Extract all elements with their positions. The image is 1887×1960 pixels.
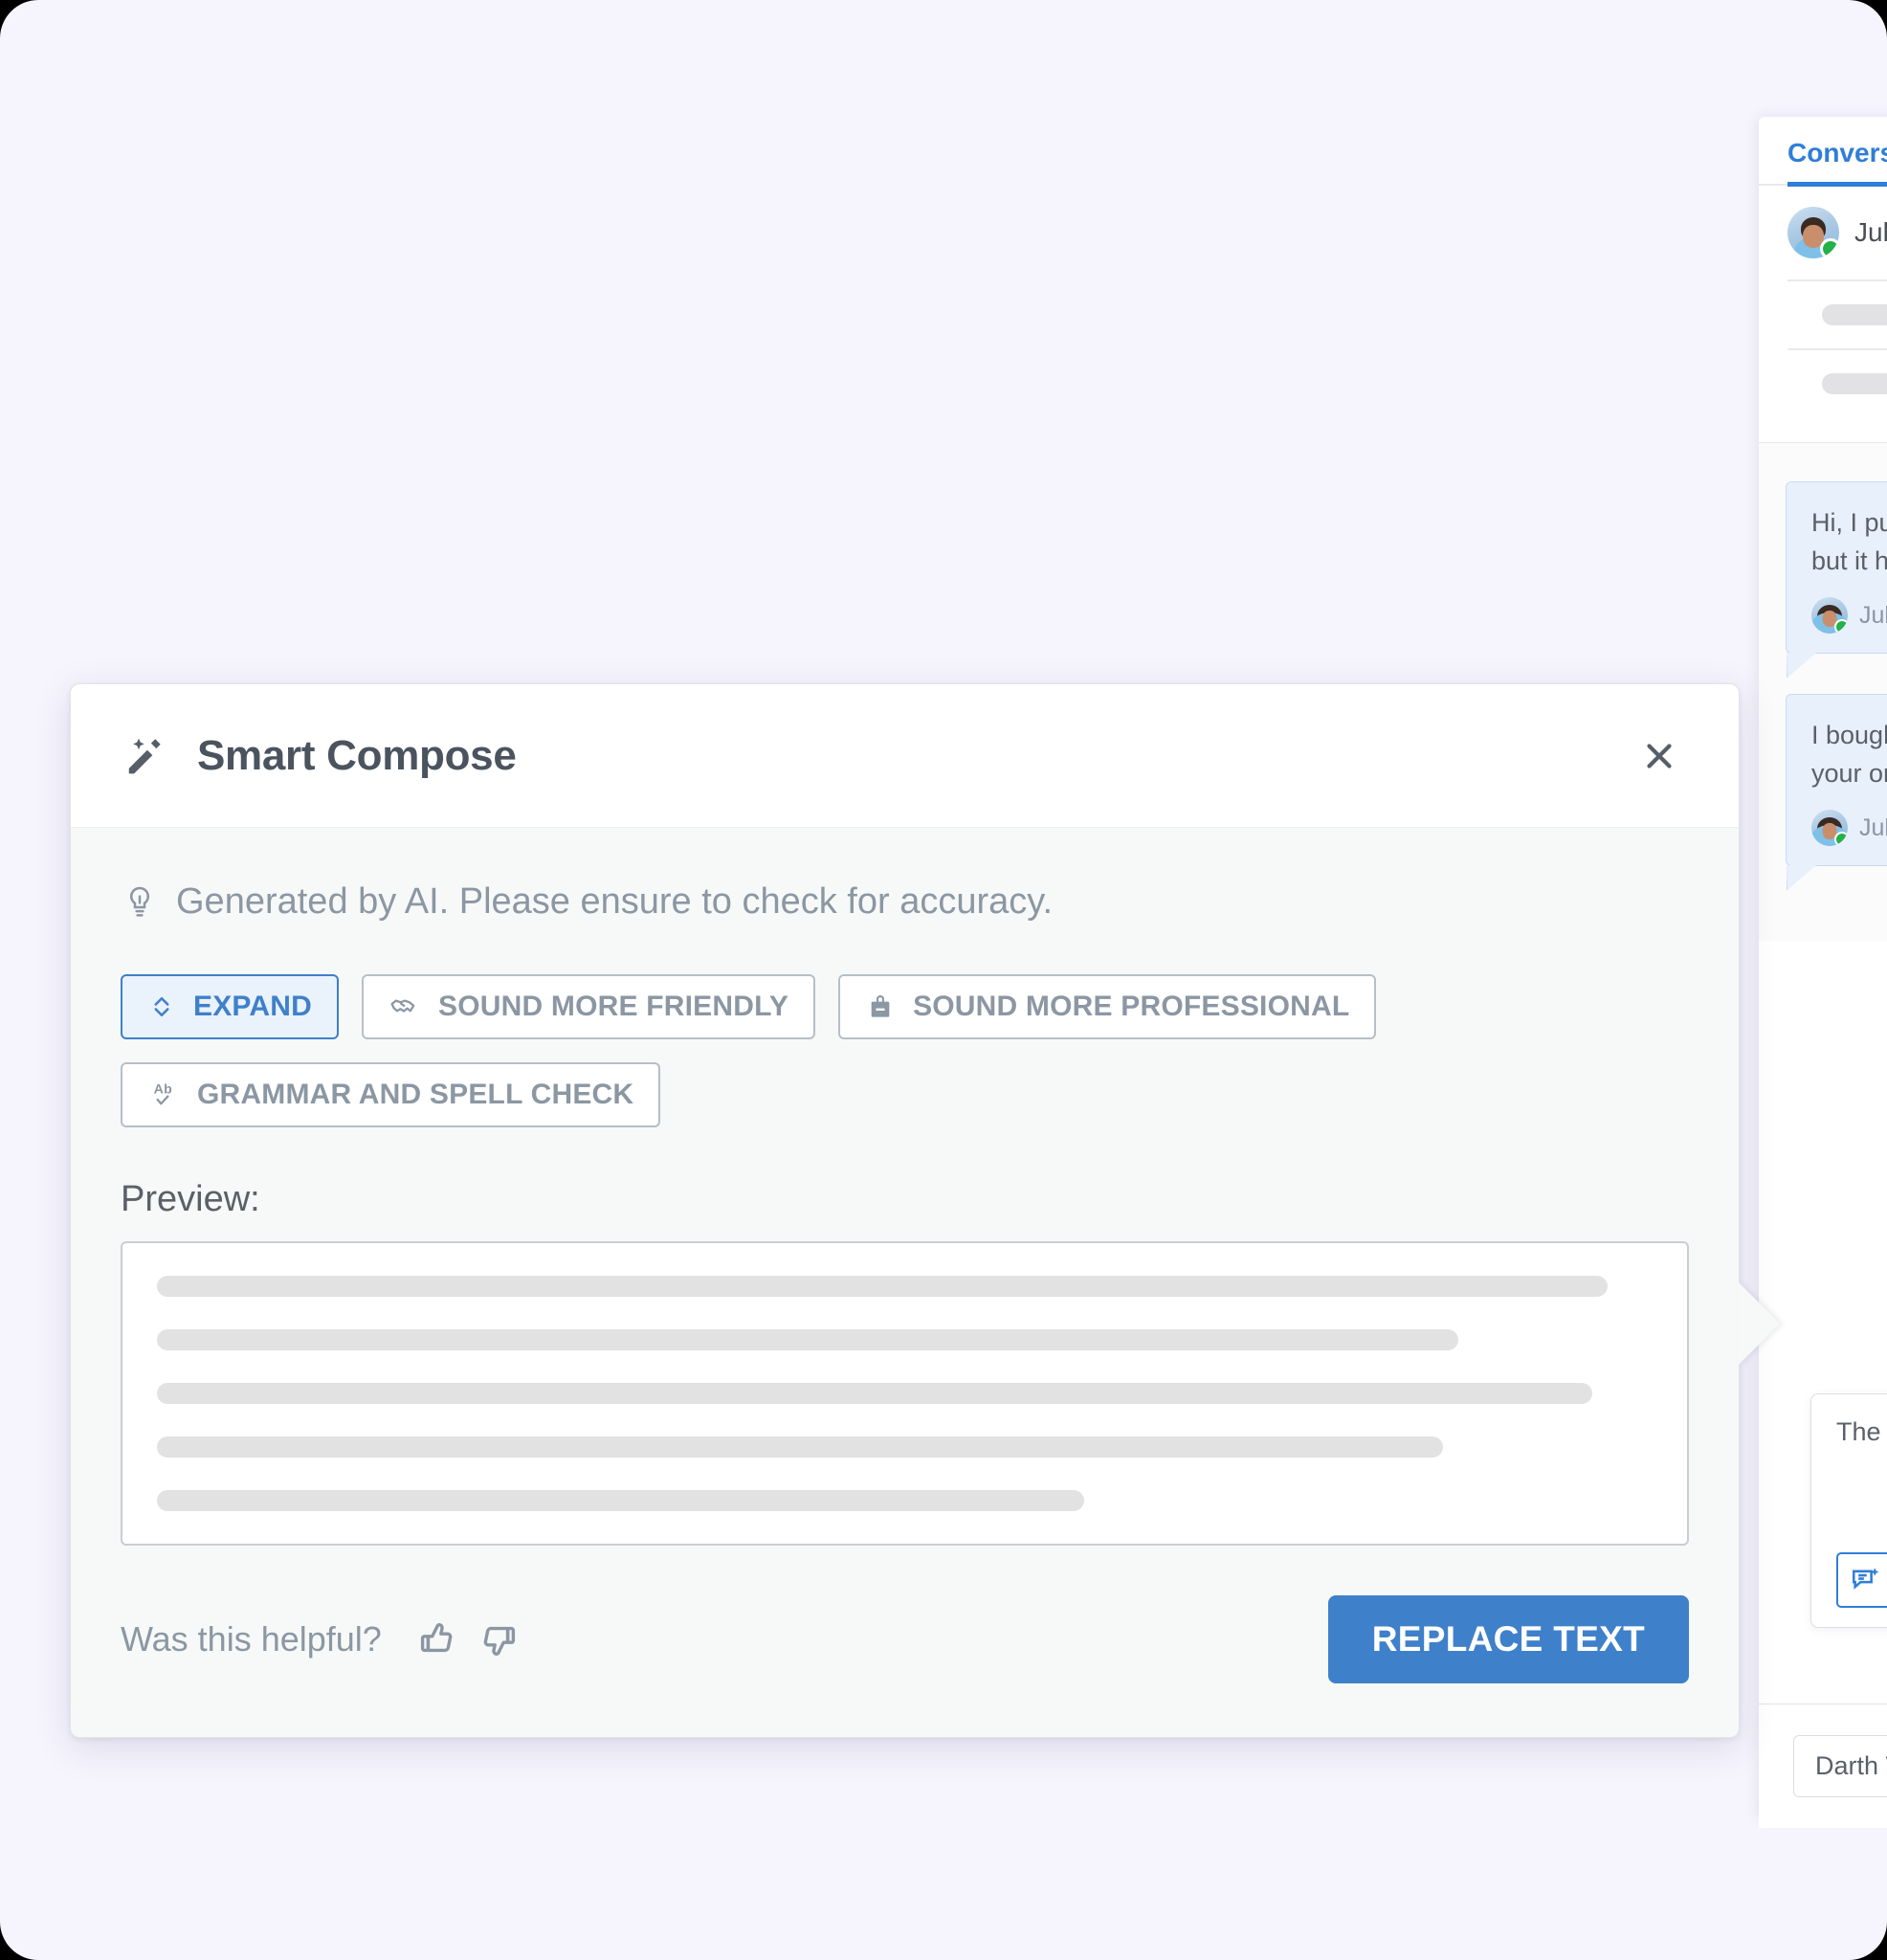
preview-box — [121, 1241, 1689, 1546]
ab-check-icon: Ab — [154, 1082, 173, 1105]
feedback-prompt: Was this helpful? — [121, 1619, 382, 1659]
avatar — [1811, 597, 1848, 634]
contact-meta — [1787, 258, 1887, 394]
ai-disclaimer: Generated by AI. Please ensure to check … — [121, 881, 1689, 923]
recipient-bar: Darth Vader — [1759, 1704, 1887, 1828]
modal-pointer-arrow — [1738, 1281, 1780, 1366]
modal-body: Generated by AI. Please ensure to check … — [71, 828, 1739, 1546]
message-author-row: Julian — [1811, 810, 1887, 846]
svg-text:Ab: Ab — [154, 1082, 173, 1098]
recipient-field[interactable]: Darth Vader — [1793, 1735, 1887, 1797]
chip-sound-more-professional[interactable]: SOUND MORE PROFESSIONAL — [838, 974, 1377, 1039]
thumbs-down-icon — [483, 1626, 515, 1656]
skeleton-line — [157, 1490, 1085, 1511]
thumbs-down-button[interactable] — [468, 1616, 529, 1662]
close-icon — [1647, 743, 1672, 768]
meta-placeholder-2 — [1822, 373, 1887, 394]
skeleton-line — [157, 1329, 1458, 1350]
smart-compose-icon — [1852, 1568, 1879, 1590]
expand-chevrons-icon — [154, 997, 169, 1016]
briefcase-icon — [871, 995, 890, 1017]
contact-name: Julian — [1854, 217, 1887, 247]
divider — [1787, 348, 1887, 350]
smart-compose-button[interactable] — [1836, 1552, 1887, 1608]
handshake-icon — [390, 999, 415, 1013]
preview-label: Preview: — [121, 1179, 260, 1219]
magic-wand-icon — [128, 738, 161, 773]
chip-grammar-and-spell-check[interactable]: Ab GRAMMAR AND SPELL CHECK — [121, 1062, 661, 1127]
chip-label: SOUND MORE PROFESSIONAL — [913, 991, 1350, 1022]
skeleton-line — [157, 1383, 1593, 1404]
message-bubble: Hi, I purchased a product but it has not… — [1786, 481, 1887, 678]
conversation-header: Julian — [1759, 186, 1887, 443]
tab-conversation[interactable]: Conversation — [1787, 138, 1887, 187]
online-status-dot — [1834, 832, 1848, 846]
chip-expand[interactable]: EXPAND — [121, 974, 339, 1039]
message-author-row: Julian — [1811, 597, 1887, 634]
message-author: Julian — [1859, 813, 1887, 841]
thumbs-up-button[interactable] — [407, 1616, 468, 1662]
online-status-dot — [1820, 238, 1839, 258]
smart-compose-modal: Smart Compose Generated by AI. Please en… — [70, 683, 1780, 1738]
chip-label: SOUND MORE FRIENDLY — [438, 991, 789, 1022]
lightbulb-icon — [129, 886, 150, 917]
page-title: Smart Compose — [197, 731, 517, 779]
reply-composer[interactable]: The account — [1810, 1393, 1887, 1628]
replace-text-button[interactable]: REPLACE TEXT — [1327, 1595, 1689, 1683]
message-text: I bought it last week from your online r… — [1811, 721, 1887, 788]
tone-action-chips: EXPAND SOUND MORE FRIENDLY SOUND MORE PR… — [121, 974, 1689, 1039]
online-status-dot — [1834, 619, 1848, 634]
message-author: Julian — [1859, 601, 1887, 629]
composer-toolbar — [1836, 1552, 1887, 1608]
skeleton-line — [157, 1276, 1609, 1297]
meta-placeholder-1 — [1822, 304, 1887, 325]
avatar — [1811, 810, 1848, 846]
reply-text[interactable]: The account — [1836, 1417, 1887, 1447]
chip-label: EXPAND — [193, 991, 312, 1022]
message-text: Hi, I purchased a product but it has not… — [1811, 508, 1887, 575]
avatar — [1787, 207, 1839, 258]
modal-header: Smart Compose — [71, 684, 1739, 828]
contact-row[interactable]: Julian — [1787, 207, 1887, 258]
modal-footer: Was this helpful? REPLACE TEXT — [71, 1546, 1739, 1737]
thumbs-up-icon — [420, 1623, 453, 1653]
ai-disclaimer-text: Generated by AI. Please ensure to check … — [176, 881, 1054, 922]
conversation-tabs: Conversation — [1759, 117, 1887, 187]
divider — [1787, 279, 1887, 281]
message-bubble: I bought it last week from your online r… — [1786, 694, 1887, 890]
chip-label: GRAMMAR AND SPELL CHECK — [197, 1079, 634, 1110]
tone-action-chips-row2: Ab GRAMMAR AND SPELL CHECK — [121, 1062, 1689, 1127]
message-list: Hi, I purchased a product but it has not… — [1759, 443, 1887, 941]
chip-sound-more-friendly[interactable]: SOUND MORE FRIENDLY — [362, 974, 816, 1039]
app-page: Conversation Julian Hi, I purchased a pr… — [0, 0, 1887, 1960]
close-button[interactable] — [1630, 726, 1689, 786]
skeleton-line — [157, 1437, 1444, 1458]
